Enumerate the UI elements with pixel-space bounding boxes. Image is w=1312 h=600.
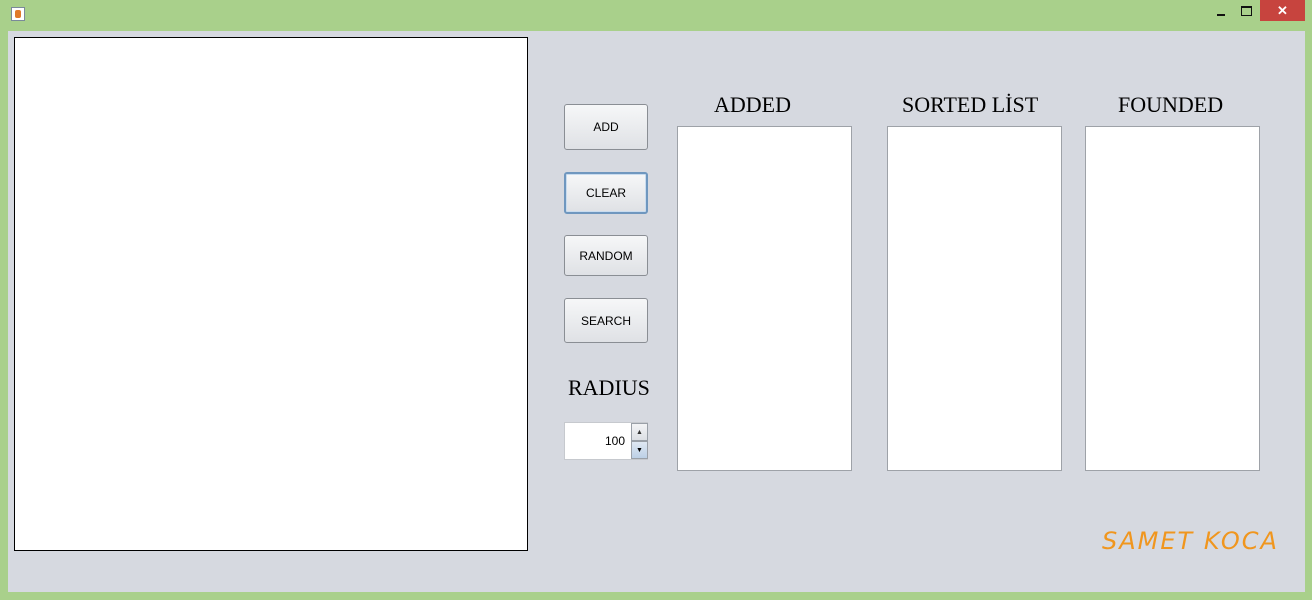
sorted-list[interactable] (887, 126, 1062, 471)
added-list-title: ADDED (714, 92, 791, 117)
close-button[interactable]: ✕ (1260, 0, 1305, 21)
radius-spinner[interactable]: ▲ ▼ (564, 422, 648, 460)
drawing-canvas[interactable] (14, 37, 528, 551)
radius-label: RADIUS (568, 375, 650, 400)
founded-list-title: FOUNDED (1118, 92, 1224, 117)
title-bar: ✕ (0, 0, 1312, 30)
close-icon: ✕ (1277, 2, 1288, 18)
search-button[interactable]: SEARCH (564, 298, 648, 343)
minimize-icon (1216, 13, 1225, 16)
added-list[interactable] (677, 126, 852, 471)
main-panel: ADD CLEAR RANDOM SEARCH RADIUS ▲ ▼ ADDED… (8, 31, 1305, 592)
maximize-button[interactable] (1234, 0, 1259, 21)
spinner-up-arrow-icon[interactable]: ▲ (631, 423, 648, 441)
maximize-icon (1241, 5, 1252, 16)
founded-list[interactable] (1085, 126, 1260, 471)
radius-input[interactable] (565, 423, 631, 459)
sorted-list-title: SORTED LİST (902, 92, 1039, 117)
minimize-button[interactable] (1207, 0, 1234, 21)
spinner-down-arrow-icon[interactable]: ▼ (631, 441, 648, 459)
add-button[interactable]: ADD (564, 104, 648, 150)
author-signature: SAMET KOCA (1102, 527, 1279, 555)
clear-button[interactable]: CLEAR (564, 172, 648, 214)
java-cup-icon (11, 7, 25, 21)
random-button[interactable]: RANDOM (564, 235, 648, 276)
